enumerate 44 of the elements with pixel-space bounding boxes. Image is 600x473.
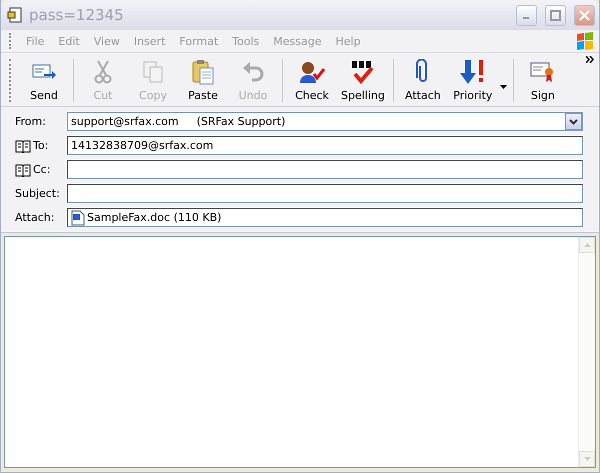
field-label: From:: [15, 115, 46, 128]
sender-address: support@srfax.com: [71, 115, 179, 128]
from-dropdown[interactable]: support@srfax.com (SRFax Support): [67, 112, 583, 131]
window-title: pass=12345: [29, 6, 125, 24]
input-field[interactable]: [67, 160, 583, 179]
abc-check-icon: [350, 59, 376, 85]
field-label: Attach:: [15, 211, 54, 224]
clipboard-icon: [192, 59, 214, 85]
toolbar-button[interactable]: Check: [287, 55, 337, 106]
flag-logo-icon: [575, 31, 595, 51]
toolbar-button[interactable]: Sign: [518, 55, 568, 106]
caret-icon: [500, 85, 507, 89]
attachment-field[interactable]: SampleFax.doc (110 KB): [67, 208, 583, 227]
down-arrow-exclamation-icon: [460, 58, 486, 84]
pages-icon: [142, 60, 164, 84]
sender-name: (SRFax Support): [196, 115, 286, 128]
toolbar-button[interactable]: Attach: [398, 55, 448, 106]
maximize-icon: [550, 10, 561, 20]
close-icon: [579, 10, 590, 20]
undo-arrow-icon: [242, 60, 264, 84]
address-book-icon[interactable]: [15, 162, 31, 176]
toolbar-button[interactable]: Paste: [178, 55, 228, 106]
chevron-down-icon: [569, 118, 578, 124]
input-field[interactable]: 14132838709@srfax.com: [67, 136, 583, 155]
more-button[interactable]: [586, 55, 595, 66]
document-icon: [7, 7, 23, 23]
toolbar-button[interactable]: Spelling: [337, 55, 389, 106]
dropdown-button[interactable]: [565, 113, 582, 130]
toolbar-button[interactable]: Send: [19, 55, 69, 106]
input-field[interactable]: [67, 184, 583, 203]
dropdown-button[interactable]: [498, 82, 509, 91]
field-label: Cc:: [33, 163, 50, 176]
word-document-icon: [71, 210, 85, 226]
paperclip-icon: [416, 59, 430, 85]
chevrons-icon: [586, 56, 595, 63]
address-book-icon[interactable]: [15, 138, 31, 152]
certificate-icon: [530, 60, 556, 84]
scissors-icon: [93, 60, 113, 84]
field-label: To:: [33, 139, 48, 152]
field-label: Subject:: [15, 187, 60, 200]
attachment-name[interactable]: SampleFax.doc (110 KB): [87, 211, 222, 224]
person-check-icon: [299, 60, 325, 84]
toolbar-button[interactable]: Priority: [448, 56, 498, 106]
envelope-icon: [32, 62, 56, 82]
